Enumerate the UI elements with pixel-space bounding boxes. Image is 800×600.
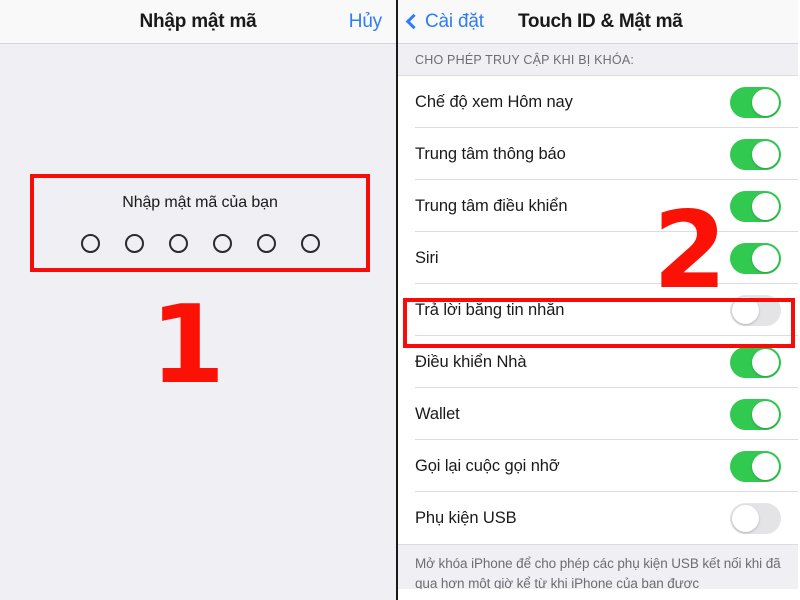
passcode-dot (124, 233, 144, 253)
passcode-prompt-label: Nhập mật mã của bạn (122, 193, 278, 211)
passcode-dots-group[interactable] (80, 233, 320, 253)
annotation-number-2: 2 (653, 189, 727, 312)
toggle-knob (752, 192, 779, 220)
list-item-label: Trung tâm thông báo (415, 144, 566, 163)
list-item-label: Chế độ xem Hôm nay (415, 92, 573, 111)
toggle-switch-usb-accessories[interactable] (730, 502, 781, 534)
toggle-switch-reply-with-message[interactable] (730, 294, 781, 326)
toggle-knob (752, 400, 779, 428)
toggle-switch-wallet[interactable] (730, 398, 781, 430)
passcode-dot (256, 233, 276, 253)
list-item[interactable]: Điều khiển Nhà (398, 336, 798, 388)
back-button[interactable]: Cài đặt (405, 10, 484, 33)
toggle-switch-control-center[interactable] (730, 190, 781, 222)
passcode-dot (168, 233, 188, 253)
settings-list: Chế độ xem Hôm nay Trung tâm thông báo T… (398, 76, 798, 544)
list-item[interactable]: Gọi lại cuộc gọi nhỡ (398, 440, 798, 492)
list-item-reply-with-message[interactable]: Trả lời bằng tin nhắn (398, 284, 798, 336)
section-footer-note: Mở khóa iPhone để cho phép các phụ kiện … (398, 544, 798, 589)
list-item[interactable]: Trung tâm điều khiển (398, 180, 798, 232)
list-item[interactable]: Siri (398, 232, 798, 284)
chevron-left-icon (405, 13, 422, 30)
list-item[interactable]: Chế độ xem Hôm nay (398, 76, 798, 128)
list-item-label: Gọi lại cuộc gọi nhỡ (415, 456, 560, 475)
left-screenshot-passcode-screen: Nhập mật mã Hủy Nhập mật mã của bạn 1 (0, 0, 398, 600)
list-item-label: Điều khiển Nhà (415, 352, 527, 371)
toggle-knob (752, 244, 779, 272)
passcode-dot (80, 233, 100, 253)
passcode-entry-highlight-box: Nhập mật mã của bạn (30, 174, 370, 272)
toggle-knob (752, 140, 779, 168)
toggle-switch-siri[interactable] (730, 242, 781, 274)
toggle-knob (732, 296, 759, 324)
cancel-button[interactable]: Hủy (349, 11, 382, 33)
back-button-label: Cài đặt (425, 10, 484, 32)
left-navigation-bar: Nhập mật mã Hủy (0, 0, 396, 44)
passcode-dot (212, 233, 232, 253)
toggle-switch-today-view[interactable] (730, 86, 781, 118)
right-screenshot-touchid-settings: Cài đặt Touch ID & Mật mã CHO PHÉP TRUY … (398, 0, 798, 600)
list-item[interactable]: Phụ kiện USB (398, 492, 798, 544)
page-title: Nhập mật mã (139, 10, 257, 32)
toggle-knob (752, 88, 779, 116)
list-item-label: Phụ kiện USB (415, 508, 517, 527)
toggle-switch-home-control[interactable] (730, 346, 781, 378)
section-header: CHO PHÉP TRUY CẬP KHI BỊ KHÓA: (398, 44, 798, 76)
passcode-dot (300, 233, 320, 253)
right-navigation-bar: Cài đặt Touch ID & Mật mã (398, 0, 798, 44)
list-item[interactable]: Trung tâm thông báo (398, 128, 798, 180)
page-title: Touch ID & Mật mã (518, 10, 683, 32)
toggle-switch-notification-center[interactable] (730, 138, 781, 170)
toggle-knob (732, 504, 759, 532)
toggle-switch-return-missed-calls[interactable] (730, 450, 781, 482)
annotation-number-1: 1 (150, 283, 226, 408)
toggle-knob (752, 452, 779, 480)
list-item[interactable]: Wallet (398, 388, 798, 440)
list-item-label: Wallet (415, 404, 460, 423)
toggle-knob (752, 348, 779, 376)
dual-screenshot-composite: Nhập mật mã Hủy Nhập mật mã của bạn 1 Cà… (0, 0, 800, 600)
